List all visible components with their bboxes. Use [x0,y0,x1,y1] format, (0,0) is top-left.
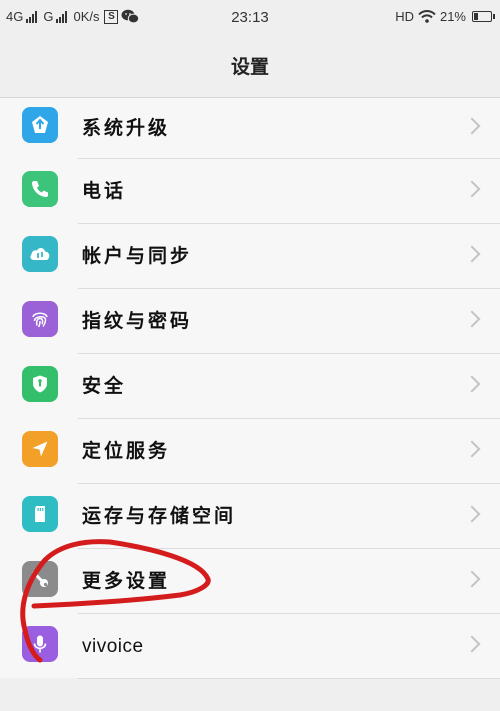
status-right-group: HD 21% [395,9,495,24]
cloud-sync-icon [22,236,58,272]
settings-item-more-settings[interactable]: 更多设置 [0,549,500,614]
settings-item-label: vivoice [82,636,144,657]
settings-item-label: 系统升级 [82,117,171,139]
settings-item-account-sync[interactable]: 帐户与同步 [0,224,500,289]
chevron-right-icon [463,180,481,198]
chevron-right-icon [463,570,481,588]
settings-item-fingerprint-password[interactable]: 指纹与密码 [0,289,500,354]
settings-item-location[interactable]: 定位服务 [0,419,500,484]
hd-indicator: HD [395,9,414,24]
settings-item-label: 安全 [82,375,127,397]
settings-item-label: 帐户与同步 [82,245,193,267]
shield-icon [22,366,58,402]
settings-item-storage[interactable]: 运存与存储空间 [0,484,500,549]
settings-item-label: 定位服务 [82,440,171,462]
chevron-right-icon [463,440,481,458]
settings-item-phone[interactable]: 电话 [0,159,500,224]
settings-item-label: 指纹与密码 [82,310,193,332]
chevron-right-icon [463,117,481,135]
settings-item-label: 电话 [82,180,127,202]
settings-item-system-update[interactable]: 系统升级 [0,98,500,159]
settings-item-security[interactable]: 安全 [0,354,500,419]
chevron-right-icon [463,245,481,263]
settings-list: 系统升级 电话 帐户与同步 指纹与密码 安全 定位服务 运存与存储空间 更多设置… [0,98,500,679]
wrench-icon [22,561,58,597]
system-update-icon [22,107,58,143]
page-title: 设置 [0,36,500,98]
battery-percent: 21% [439,9,466,24]
settings-item-vivoice[interactable]: vivoice [0,614,500,679]
microphone-icon [22,626,58,662]
chevron-right-icon [463,310,481,328]
location-arrow-icon [22,431,58,467]
chevron-right-icon [463,375,481,393]
chevron-right-icon [463,505,481,523]
wifi-icon [418,10,436,23]
settings-item-label: 运存与存储空间 [82,505,237,527]
chevron-right-icon [463,635,481,653]
storage-card-icon [22,496,58,532]
status-bar: 4G G 0K/s S 23:13 HD 21% [0,0,500,36]
battery-icon [472,11,495,22]
settings-item-label: 更多设置 [82,570,171,592]
phone-icon [22,171,58,207]
fingerprint-icon [22,301,58,337]
